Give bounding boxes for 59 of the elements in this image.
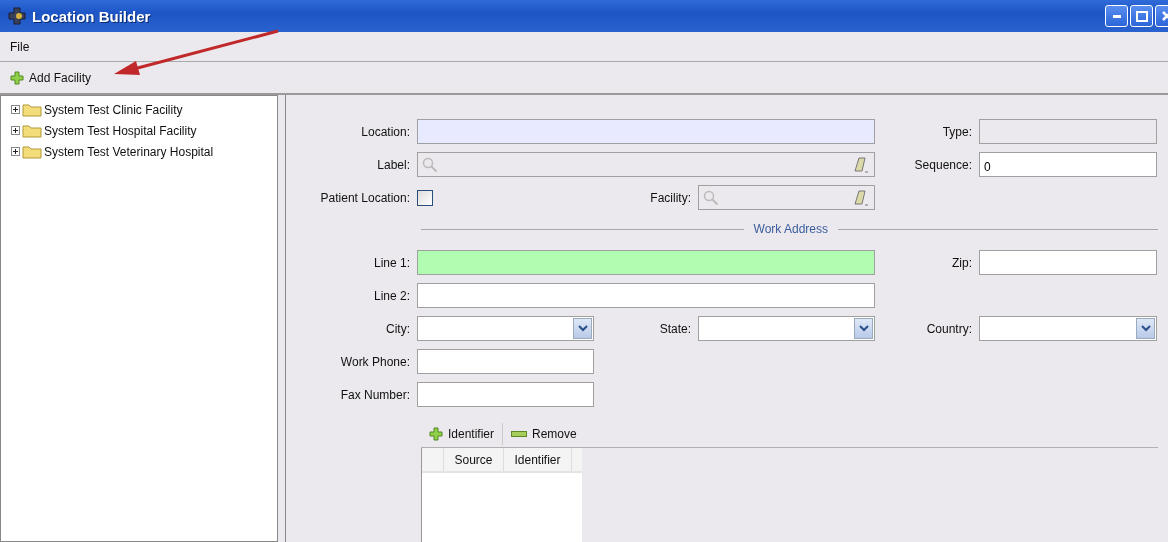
text-field[interactable] <box>417 283 875 308</box>
field-label: City: <box>386 321 411 336</box>
maximize-icon <box>1135 10 1148 22</box>
window-title: Location Builder <box>32 7 152 25</box>
field-label: Fax Number: <box>340 387 411 402</box>
plus-icon <box>429 427 443 441</box>
search-icon <box>703 189 719 206</box>
combo-box[interactable] <box>417 316 594 341</box>
text-field[interactable] <box>417 119 875 144</box>
add-facility-button[interactable]: Add Facility <box>6 68 96 87</box>
column-header[interactable]: Source <box>444 448 504 471</box>
field-label: Line 1: <box>373 255 411 270</box>
text-field[interactable]: 0 <box>979 152 1157 177</box>
chevron-down-icon <box>1140 325 1151 332</box>
field-label: Facility: <box>650 190 692 205</box>
field-label: Line 2: <box>373 288 411 303</box>
minimize-icon <box>1112 14 1121 18</box>
minus-icon <box>511 431 528 437</box>
folder-icon <box>22 123 42 138</box>
search-field[interactable] <box>698 185 875 210</box>
field-label: Work Phone: <box>340 354 411 369</box>
expand-icon[interactable] <box>11 105 20 114</box>
field-label: Sequence: <box>914 157 973 172</box>
field-label: State: <box>659 321 692 336</box>
plus-icon <box>10 70 24 85</box>
field-label: Type: <box>942 124 973 139</box>
text-field[interactable] <box>417 382 594 407</box>
text-field[interactable] <box>979 250 1157 275</box>
field-label: Zip: <box>952 255 973 270</box>
section-title: Work Address <box>753 222 828 236</box>
menu-item[interactable]: File <box>6 37 34 56</box>
tree-item[interactable]: System Test Hospital Facility <box>44 123 197 138</box>
expand-icon[interactable] <box>11 126 20 135</box>
checkbox[interactable] <box>417 189 433 206</box>
text-field[interactable] <box>417 250 875 275</box>
chevron-down-icon <box>858 325 869 332</box>
expand-icon[interactable] <box>11 147 20 156</box>
remove-button[interactable]: Remove <box>503 421 585 447</box>
column-header[interactable]: Identifier <box>504 448 572 471</box>
search-field[interactable] <box>417 152 875 177</box>
folder-icon <box>22 144 42 159</box>
minimize-button[interactable] <box>1105 5 1128 27</box>
folder-icon <box>22 102 42 117</box>
tree-item[interactable]: System Test Clinic Facility <box>44 102 183 117</box>
combo-box[interactable] <box>979 316 1157 341</box>
chevron-down-icon <box>577 325 588 332</box>
eraser-icon[interactable] <box>852 188 870 207</box>
search-icon <box>422 156 438 173</box>
field-label: Label: <box>377 157 411 172</box>
combo-box[interactable] <box>698 316 875 341</box>
text-field[interactable] <box>417 349 594 374</box>
field-label: Location: <box>361 124 411 139</box>
field-label: Country: <box>926 321 973 336</box>
maximize-button[interactable] <box>1130 5 1153 27</box>
tree-item[interactable]: System Test Veterinary Hospital <box>44 144 214 159</box>
eraser-icon[interactable] <box>852 155 870 174</box>
cross-logo-icon <box>8 7 26 25</box>
add-identifier-button[interactable]: Identifier <box>421 421 503 447</box>
field-label: Patient Location: <box>320 190 411 205</box>
